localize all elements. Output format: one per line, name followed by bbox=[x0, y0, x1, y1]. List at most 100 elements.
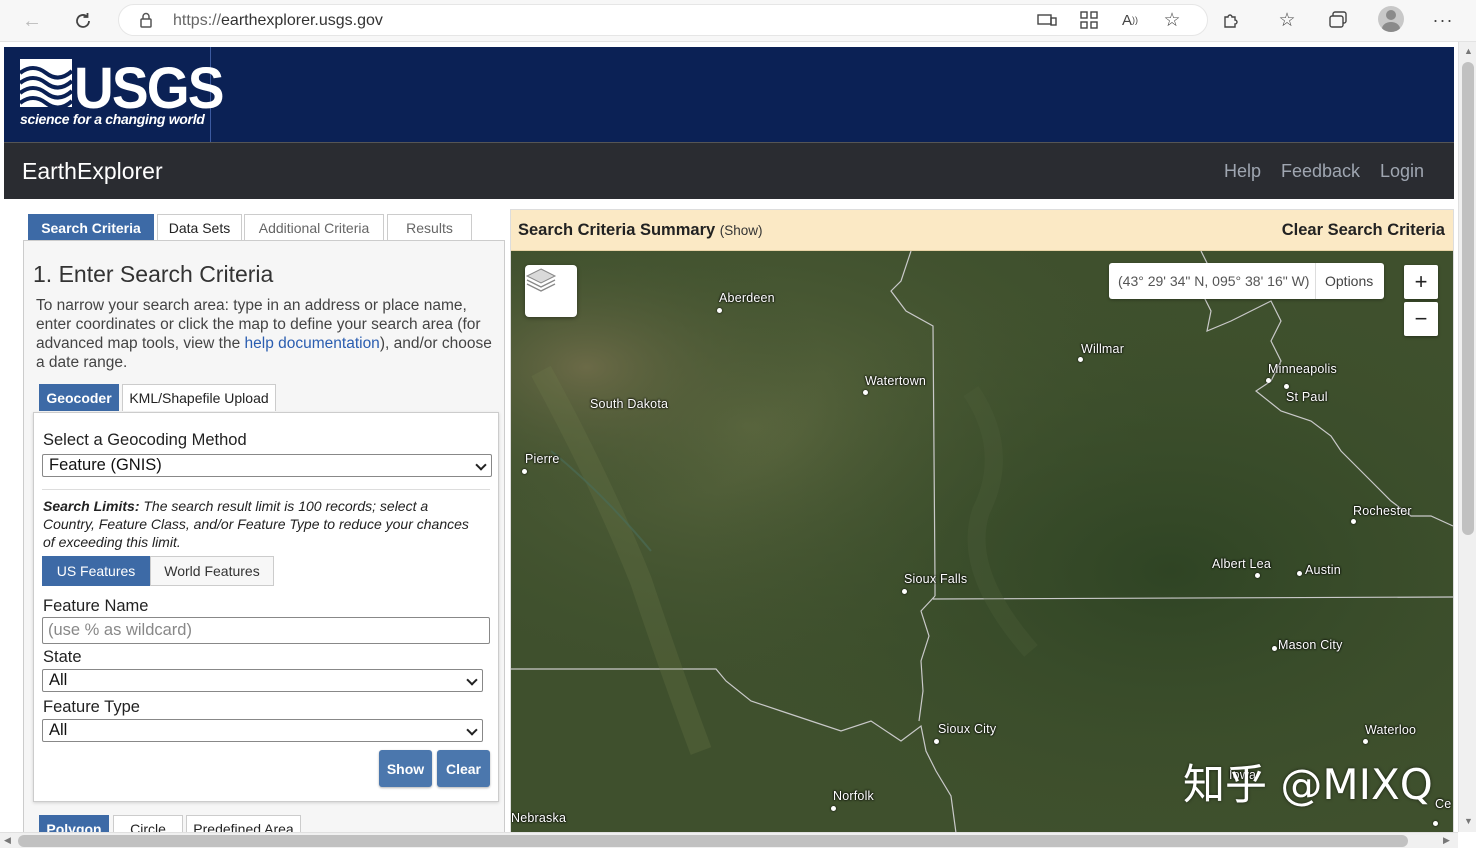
chevron-down-icon bbox=[475, 459, 487, 471]
city-marker bbox=[522, 469, 527, 474]
tab-search-criteria[interactable]: Search Criteria bbox=[28, 214, 154, 240]
show-button[interactable]: Show bbox=[379, 750, 432, 787]
url-text: https://earthexplorer.usgs.gov bbox=[173, 12, 383, 29]
city-label-albert-lea: Albert Lea bbox=[1212, 557, 1271, 571]
scroll-thumb[interactable] bbox=[1462, 62, 1474, 535]
city-label-sioux-city: Sioux City bbox=[938, 722, 997, 736]
horizontal-scrollbar[interactable]: ◀ ▶ bbox=[0, 832, 1458, 848]
search-limits-text: Search Limits: The search result limit i… bbox=[43, 498, 469, 550]
section-heading: 1. Enter Search Criteria bbox=[33, 261, 274, 287]
city-label-norfolk: Norfolk bbox=[833, 789, 874, 803]
city-marker bbox=[717, 308, 722, 313]
lock-icon[interactable] bbox=[137, 11, 155, 29]
coordinate-readout: (43° 29' 34" N, 095° 38' 16" W) bbox=[1118, 273, 1310, 289]
city-label-ce: Ce bbox=[1435, 797, 1452, 811]
app-navbar: EarthExplorer Help Feedback Login bbox=[4, 142, 1454, 199]
favorites-icon[interactable]: ☆ bbox=[1275, 8, 1299, 32]
scroll-right-icon[interactable]: ▶ bbox=[1443, 835, 1450, 846]
feature-name-input[interactable]: (use % as wildcard) bbox=[42, 617, 490, 644]
city-marker bbox=[831, 806, 836, 811]
city-label-mason-city: Mason City bbox=[1278, 638, 1343, 652]
divider bbox=[42, 489, 490, 490]
chevron-down-icon bbox=[466, 674, 478, 686]
city-label-watertown: Watertown bbox=[865, 374, 927, 388]
tab-additional-criteria[interactable]: Additional Criteria bbox=[244, 214, 384, 240]
city-label-rochester: Rochester bbox=[1353, 504, 1412, 518]
feedback-link[interactable]: Feedback bbox=[1281, 161, 1360, 182]
device-icon[interactable] bbox=[1035, 8, 1059, 32]
zoom-out-button[interactable]: − bbox=[1404, 302, 1438, 336]
zoom-in-button[interactable]: + bbox=[1404, 265, 1438, 299]
city-marker bbox=[863, 390, 868, 395]
search-criteria-panel: 1. Enter Search Criteria To narrow your … bbox=[23, 240, 505, 832]
state-select[interactable]: All bbox=[42, 669, 483, 692]
refresh-icon[interactable] bbox=[69, 7, 97, 35]
clear-search-criteria-link[interactable]: Clear Search Criteria bbox=[1282, 221, 1445, 240]
tab-geocoder[interactable]: Geocoder bbox=[39, 384, 119, 411]
clear-button[interactable]: Clear bbox=[437, 750, 490, 787]
help-documentation-link[interactable]: help documentation bbox=[245, 335, 380, 352]
tab-polygon[interactable]: Polygon bbox=[39, 815, 109, 832]
tab-results[interactable]: Results bbox=[387, 214, 472, 240]
state-label-south-dakota: South Dakota bbox=[590, 397, 669, 411]
city-label-pierre: Pierre bbox=[525, 452, 560, 466]
city-marker bbox=[902, 589, 907, 594]
city-label-aberdeen: Aberdeen bbox=[719, 291, 775, 305]
city-label-waterloo: Waterloo bbox=[1365, 723, 1417, 737]
chevron-down-icon bbox=[466, 724, 478, 736]
divider bbox=[1315, 263, 1316, 299]
tab-predefined-area[interactable]: Predefined Area bbox=[186, 815, 301, 832]
us-features-button[interactable]: US Features bbox=[42, 556, 150, 586]
city-marker bbox=[1363, 739, 1368, 744]
usgs-logo[interactable]: USGS science for a changing world bbox=[4, 47, 224, 142]
map-canvas[interactable]: (43° 29' 34" N, 095° 38' 16" W) Options … bbox=[511, 251, 1453, 832]
more-menu-icon[interactable]: ··· bbox=[1431, 8, 1455, 32]
scroll-down-icon[interactable]: ▼ bbox=[1464, 816, 1473, 826]
tab-circle[interactable]: Circle bbox=[113, 815, 183, 832]
scroll-left-icon[interactable]: ◀ bbox=[4, 835, 11, 846]
layers-button[interactable] bbox=[525, 265, 577, 317]
search-criteria-summary-bar: Search Criteria Summary (Show) Clear Sea… bbox=[511, 210, 1453, 251]
browser-toolbar: ← https://earthexplorer.usgs.gov A)) ☆ ☆… bbox=[0, 0, 1476, 42]
summary-show-link[interactable]: (Show) bbox=[720, 223, 763, 238]
feature-type-select[interactable]: All bbox=[42, 719, 483, 742]
layers-icon bbox=[525, 268, 557, 292]
favorite-add-icon[interactable]: ☆ bbox=[1160, 8, 1184, 32]
help-link[interactable]: Help bbox=[1224, 161, 1261, 182]
apps-icon[interactable] bbox=[1077, 8, 1101, 32]
back-icon[interactable]: ← bbox=[18, 7, 46, 35]
intro-text: To narrow your search area: type in an a… bbox=[36, 297, 492, 371]
options-button[interactable]: Options bbox=[1325, 273, 1373, 289]
tab-kml-shapefile-upload[interactable]: KML/Shapefile Upload bbox=[122, 384, 276, 411]
geocoding-method-label: Select a Geocoding Method bbox=[43, 431, 247, 449]
city-marker bbox=[1266, 378, 1271, 383]
usgs-wave-icon bbox=[20, 59, 72, 107]
city-marker bbox=[934, 739, 939, 744]
usgs-tagline: science for a changing world bbox=[20, 111, 205, 127]
map-panel: Search Criteria Summary (Show) Clear Sea… bbox=[510, 209, 1454, 832]
app-title[interactable]: EarthExplorer bbox=[22, 158, 163, 185]
collections-icon[interactable] bbox=[1326, 8, 1350, 32]
extensions-icon[interactable] bbox=[1219, 8, 1243, 32]
profile-avatar[interactable] bbox=[1378, 6, 1404, 32]
read-aloud-icon[interactable]: A)) bbox=[1118, 8, 1142, 32]
city-marker bbox=[1433, 821, 1438, 826]
city-marker bbox=[1284, 384, 1289, 389]
scroll-up-icon[interactable]: ▲ bbox=[1464, 46, 1473, 56]
vertical-scrollbar[interactable]: ▲ ▼ bbox=[1458, 42, 1476, 832]
city-label-austin: Austin bbox=[1305, 563, 1341, 577]
summary-title: Search Criteria Summary (Show) bbox=[518, 221, 763, 239]
city-marker bbox=[1078, 357, 1083, 362]
tab-data-sets[interactable]: Data Sets bbox=[157, 214, 242, 240]
page: USGS science for a changing world EarthE… bbox=[0, 42, 1458, 832]
coordinate-display: (43° 29' 34" N, 095° 38' 16" W) Options bbox=[1109, 263, 1384, 299]
login-link[interactable]: Login bbox=[1380, 161, 1424, 182]
geocoding-method-select[interactable]: Feature (GNIS) bbox=[42, 454, 492, 477]
city-label-st-paul: St Paul bbox=[1286, 390, 1328, 404]
state-label-nebraska: Nebraska bbox=[511, 811, 567, 825]
city-marker bbox=[1297, 571, 1302, 576]
world-features-button[interactable]: World Features bbox=[150, 556, 274, 586]
city-marker bbox=[1272, 646, 1277, 651]
scroll-thumb[interactable] bbox=[18, 835, 1408, 847]
feature-type-label: Feature Type bbox=[43, 698, 140, 716]
